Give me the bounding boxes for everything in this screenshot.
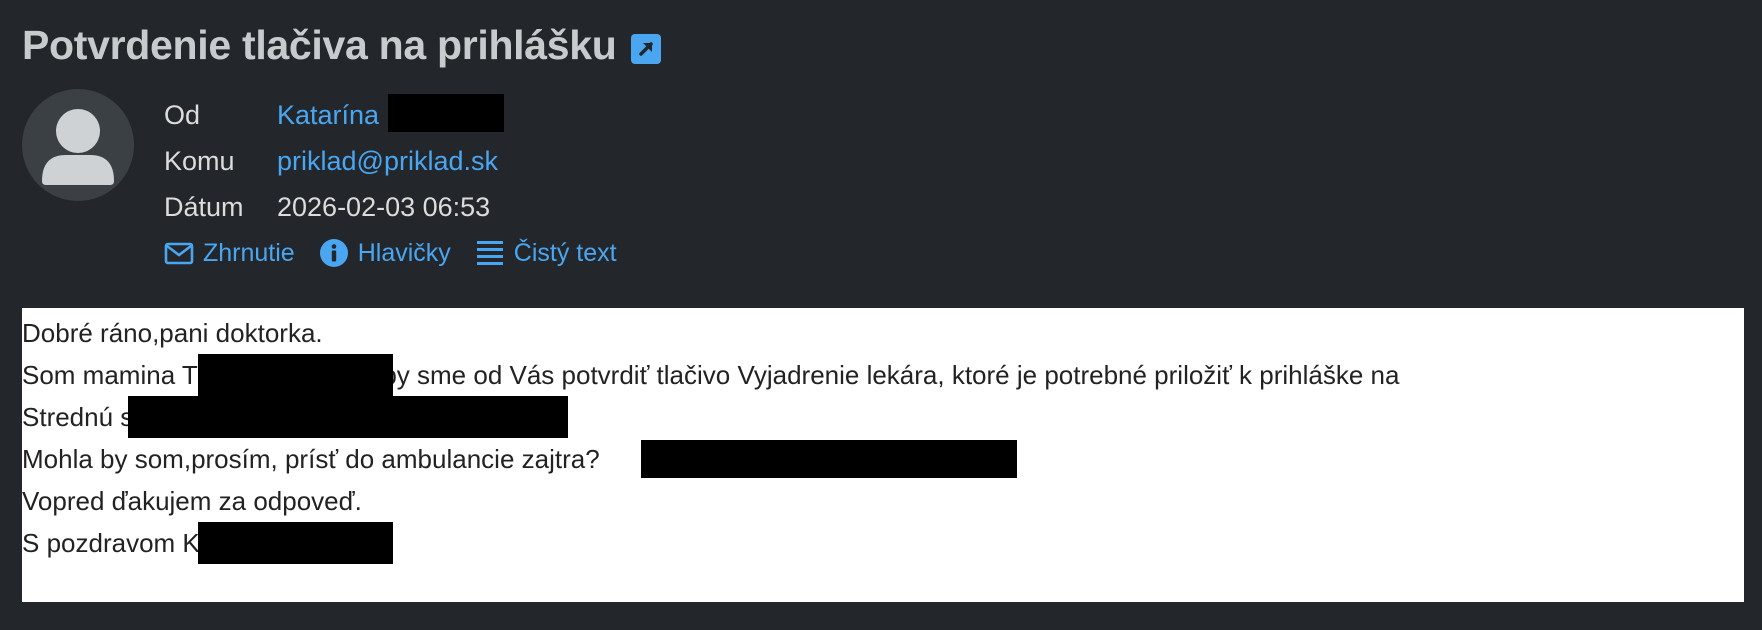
- body-line: Dobré ráno,pani doktorka.: [22, 318, 323, 348]
- body-line: Som mamina T n a potrebovali by sme od V…: [22, 354, 1744, 396]
- headers-button[interactable]: Hlavičky: [319, 238, 451, 268]
- message-body: Dobré ráno,pani doktorka. Som mamina T n…: [22, 308, 1744, 602]
- redaction-block: [128, 396, 568, 438]
- redaction-block: [198, 354, 393, 396]
- from-name[interactable]: Katarína: [277, 100, 379, 130]
- plain-text-label[interactable]: Čistý text: [514, 239, 617, 268]
- user-avatar-icon: [22, 89, 134, 201]
- external-link-icon[interactable]: [630, 33, 661, 64]
- to-label: Komu: [164, 146, 235, 176]
- redaction-block: [388, 93, 505, 132]
- redaction-block: [641, 440, 1017, 478]
- plain-text-button[interactable]: Čistý text: [475, 238, 617, 268]
- redaction-block: [198, 522, 393, 564]
- list-lines-icon: [476, 241, 503, 265]
- summary-button[interactable]: Zhrnutie: [164, 238, 295, 268]
- to-row: Komu priklad@priklad.sk: [164, 138, 504, 184]
- from-row: Od Katarína: [164, 92, 505, 138]
- from-label: Od: [164, 100, 201, 130]
- body-line: Strednú s .: [22, 396, 1744, 438]
- date-value: 2026-02-03 06:53: [277, 192, 491, 222]
- subject-row: Potvrdenie tlačiva na prihlášku: [22, 22, 661, 69]
- body-line-text: S pozdravom K: [22, 528, 200, 558]
- headers-label[interactable]: Hlavičky: [358, 239, 451, 268]
- view-actions: Zhrnutie Hlavičky Čistý text: [164, 238, 641, 268]
- body-line: Mohla by som,prosím, prísť do ambulancie…: [22, 438, 1744, 480]
- email-meta: Od Katarína Komu priklad@priklad.sk Dátu…: [164, 92, 505, 230]
- body-line: Vopred ďakujem za odpoveď.: [22, 486, 362, 516]
- date-label: Dátum: [164, 192, 244, 222]
- summary-label[interactable]: Zhrnutie: [203, 239, 295, 268]
- date-row: Dátum 2026-02-03 06:53: [164, 184, 504, 230]
- to-address[interactable]: priklad@priklad.sk: [277, 138, 498, 184]
- email-subject: Potvrdenie tlačiva na prihlášku: [22, 22, 617, 68]
- body-line: S pozdravom K: [22, 522, 1744, 564]
- body-line-text: Mohla by som,prosím, prísť do ambulancie…: [22, 444, 600, 474]
- envelope-icon: [164, 242, 194, 265]
- from-sender[interactable]: Katarína: [277, 92, 505, 138]
- info-icon: [319, 239, 348, 267]
